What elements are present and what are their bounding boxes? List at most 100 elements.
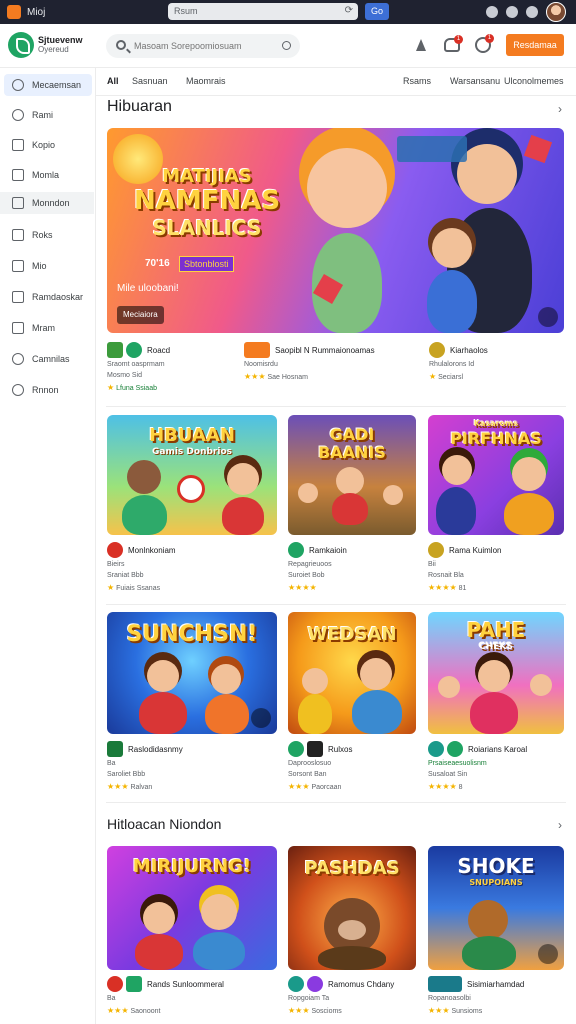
- settings-badge: 1: [485, 34, 494, 43]
- sidebar-item-book[interactable]: Mram: [4, 317, 92, 339]
- list-item[interactable]: Rands Sunloommeral Ba ★★★ Saonoont: [107, 976, 277, 1015]
- notification-badge: 1: [454, 35, 463, 44]
- app-rating: Susaloat Sin: [428, 771, 468, 778]
- sidebar-item-clock[interactable]: Rnnon: [4, 379, 92, 401]
- wifi-icon[interactable]: [506, 6, 518, 18]
- game-thumbnail[interactable]: HBUAAN Gamis Donbrios: [107, 415, 277, 535]
- expand-icon[interactable]: [538, 307, 558, 327]
- tab-3[interactable]: Maomrais: [186, 76, 226, 86]
- brand[interactable]: Sjtuevenw Oyereud: [8, 32, 83, 58]
- sidebar-item-checkbox[interactable]: Mio: [4, 255, 92, 277]
- bell-icon[interactable]: 1: [444, 35, 463, 52]
- list-item[interactable]: Roacd Sraomt oasprmam Mosmo Sid ★ Lfuna …: [107, 342, 237, 392]
- app-rating: Soscioms: [311, 1008, 342, 1015]
- share-icon[interactable]: [526, 6, 538, 18]
- app-icon: [428, 741, 444, 757]
- app-download-count: 81: [458, 585, 467, 592]
- tab-5[interactable]: Warsansanu: [450, 76, 500, 86]
- sidebar-item-list[interactable]: Ramdaoskar: [4, 286, 92, 308]
- app-subtitle: Sraomt oasprmam: [107, 361, 165, 368]
- star-rating: ★★★★: [288, 583, 317, 592]
- app-icon: [126, 976, 142, 992]
- app-download-count: Ralvan: [130, 784, 153, 791]
- gear-icon[interactable]: 1: [475, 34, 494, 53]
- site-header: Sjtuevenw Oyereud 1 1 Resdamaa: [0, 24, 576, 68]
- tab-4[interactable]: Rsams: [403, 76, 431, 86]
- list-item[interactable]: Roiarians Karoal Prsaiseaesuolisnm Susal…: [428, 741, 564, 791]
- sidebar-item-calendar[interactable]: Roks: [4, 224, 92, 246]
- star-rating: ★★★: [244, 372, 266, 381]
- game-thumbnail[interactable]: MIRIJURNG!: [107, 846, 277, 970]
- character-head: [478, 660, 510, 692]
- avatar[interactable]: [546, 2, 566, 22]
- app-subtitle: Prsaiseaesuolisnm: [428, 760, 487, 767]
- character-body: [332, 493, 368, 525]
- list-item[interactable]: Raslodidasnmy Ba Saroliet Bbb ★★★ Ralvan: [107, 741, 277, 791]
- address-text: Rsum: [174, 6, 198, 16]
- character-body: [122, 495, 167, 535]
- app-rating: Rosnait Bla: [428, 572, 464, 579]
- search-input[interactable]: [134, 38, 274, 54]
- search-box[interactable]: [106, 34, 300, 58]
- game-art-title: WEDSAN: [307, 624, 397, 645]
- hero-art-title-3: SLANLICS: [152, 216, 262, 240]
- brand-tagline: Oyereud: [38, 45, 69, 54]
- game-thumbnail[interactable]: PASHDAS: [288, 846, 416, 970]
- game-thumbnail[interactable]: WEDSAN: [288, 612, 416, 734]
- star-rating: ★★★★: [428, 583, 457, 592]
- hero-banner[interactable]: MATIJIAS NAMFNAS SLANLICS 70'16 Sbtonblo…: [107, 128, 564, 333]
- list-item[interactable]: Saopibl N Rummaionoamas Noomisrdu ★★★ Sa…: [244, 342, 414, 381]
- upload-icon[interactable]: [413, 37, 429, 53]
- tab-6[interactable]: Ulconolmemes: [504, 76, 564, 86]
- sidebar-item-home[interactable]: Rami: [4, 104, 92, 126]
- app-subtitle: Noomisrdu: [244, 361, 278, 368]
- list-item[interactable]: Rama Kuimlon Bii Rosnait Bla ★★★★ 81: [428, 542, 564, 592]
- character-head: [438, 676, 460, 698]
- list-item[interactable]: Ramomus Chdany Ropgoiam Ta ★★★ Soscioms: [288, 976, 418, 1015]
- section-title: Hitloacan Niondon: [107, 816, 222, 832]
- sidebar-item-search[interactable]: Mecaemsan: [4, 74, 92, 96]
- game-thumbnail[interactable]: Kasaroms PIRFHNAS: [428, 415, 564, 535]
- go-button[interactable]: Go: [365, 3, 389, 20]
- sidebar-item-document[interactable]: Momla: [4, 164, 92, 186]
- tag-icon: [12, 139, 24, 151]
- sidebar-item-tag[interactable]: Kopio: [4, 134, 92, 156]
- character-body: [135, 934, 183, 970]
- calendar-icon: [12, 229, 24, 241]
- refresh-icon[interactable]: ⟳: [345, 5, 353, 16]
- character-head: [227, 463, 259, 495]
- brand-logo-icon: [8, 32, 34, 58]
- app-rating: Sorsont Ban: [288, 771, 327, 778]
- play-icon[interactable]: [251, 708, 271, 728]
- tab-all[interactable]: All: [107, 76, 119, 86]
- star-icon: ★: [107, 583, 115, 592]
- gear-icon[interactable]: [538, 944, 558, 964]
- list-item[interactable]: Rulxos Daprooslosuo Sorsont Ban ★★★ Paor…: [288, 741, 418, 791]
- search-icon: [12, 79, 24, 91]
- game-thumbnail[interactable]: GADI BAANIS: [288, 415, 416, 535]
- hero-button[interactable]: Meciaiora: [117, 306, 164, 324]
- character-head: [302, 668, 328, 694]
- chevron-right-icon[interactable]: ›: [558, 102, 562, 116]
- game-thumbnail[interactable]: PAHE CHEKS: [428, 612, 564, 734]
- sidebar-item-chat[interactable]: Camnilas: [4, 348, 92, 370]
- voice-search-icon[interactable]: [282, 41, 291, 50]
- primary-cta-button[interactable]: Resdamaa: [506, 34, 564, 56]
- app-icon: [447, 741, 463, 757]
- list-item[interactable]: Sisimiarhamdad Ropanoasolbi ★★★ Sunsioms: [428, 976, 564, 1015]
- sidebar-item-grid[interactable]: Monndon: [0, 192, 94, 214]
- extension-icon[interactable]: [486, 6, 498, 18]
- chat-icon: [12, 353, 24, 365]
- address-bar[interactable]: Rsum ⟳: [168, 3, 358, 20]
- character-body: [139, 692, 187, 734]
- list-item[interactable]: Ramkaioin Repagrieuoos Suroiet Bob ★★★★: [288, 542, 418, 592]
- tab-2[interactable]: Sasnuan: [132, 76, 168, 86]
- list-item[interactable]: Monlnkoniam Bieirs Sraniat Bbb ★ Fuiais …: [107, 542, 277, 592]
- game-thumbnail[interactable]: SHOKE SNUPOIANS: [428, 846, 564, 970]
- character-body: [352, 690, 402, 734]
- chevron-right-icon[interactable]: ›: [558, 818, 562, 832]
- list-item[interactable]: Kiarhaolos Rhulalorons Id ★ Seciarsl: [429, 342, 559, 381]
- hero-tag-right: Sbtonblosti: [179, 256, 234, 272]
- game-art-title: HBUAAN: [149, 425, 235, 446]
- game-thumbnail[interactable]: SUNCHSN!: [107, 612, 277, 734]
